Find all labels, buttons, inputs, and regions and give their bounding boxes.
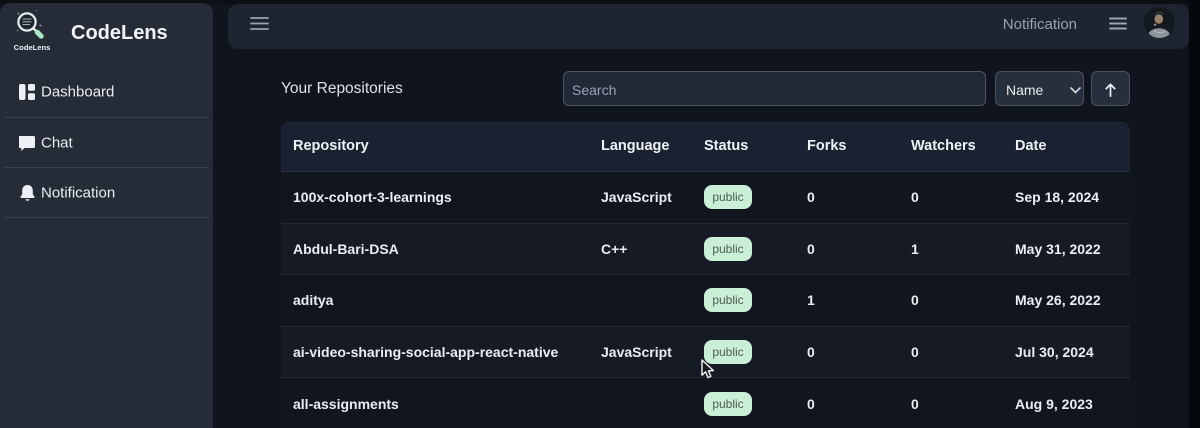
- svg-text:CodeLens: CodeLens: [14, 43, 51, 50]
